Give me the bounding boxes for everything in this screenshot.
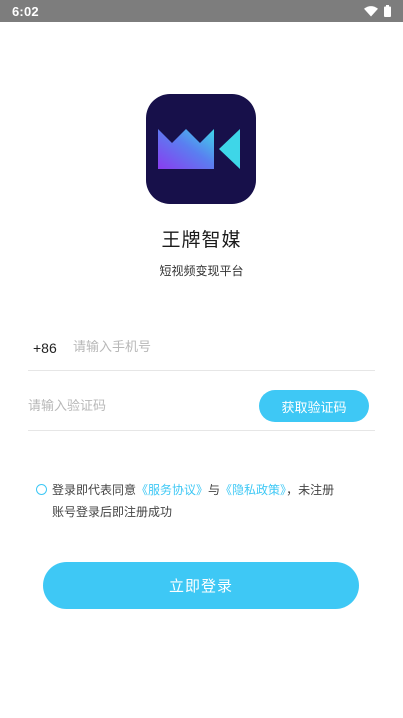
status-icons — [364, 5, 391, 17]
privacy-link[interactable]: 《隐私政策》 — [220, 483, 286, 497]
agreement-text: 登录即代表同意《服务协议》与《隐私政策》，未注册 账号登录后即注册成功 — [36, 479, 376, 523]
login-button[interactable]: 立即登录 — [43, 562, 359, 609]
battery-icon — [384, 5, 391, 17]
verification-code-input[interactable] — [28, 398, 228, 414]
phone-input[interactable] — [73, 340, 353, 355]
get-code-button[interactable]: 获取验证码 — [259, 390, 369, 422]
agreement-conjunction: 与 — [208, 483, 221, 497]
country-code[interactable]: +86 — [33, 340, 73, 356]
terms-link[interactable]: 《服务协议》 — [136, 483, 208, 497]
app-name: 王牌智媒 — [161, 229, 242, 251]
status-bar: 6:02 — [0, 0, 403, 22]
wifi-icon — [364, 5, 378, 17]
app-logo — [146, 94, 256, 204]
agree-radio-icon[interactable] — [36, 484, 47, 495]
status-time: 6:02 — [12, 3, 39, 19]
phone-row: +86 — [28, 325, 375, 371]
agreement-second-line: 账号登录后即注册成功 — [52, 505, 173, 519]
agreement-suffix: ，未注册 — [286, 483, 335, 497]
app-subtitle: 短视频变现平台 — [159, 264, 244, 278]
code-row: 获取验证码 — [28, 382, 375, 431]
agreement-prefix: 登录即代表同意 — [52, 483, 137, 497]
video-camera-icon — [158, 129, 240, 169]
